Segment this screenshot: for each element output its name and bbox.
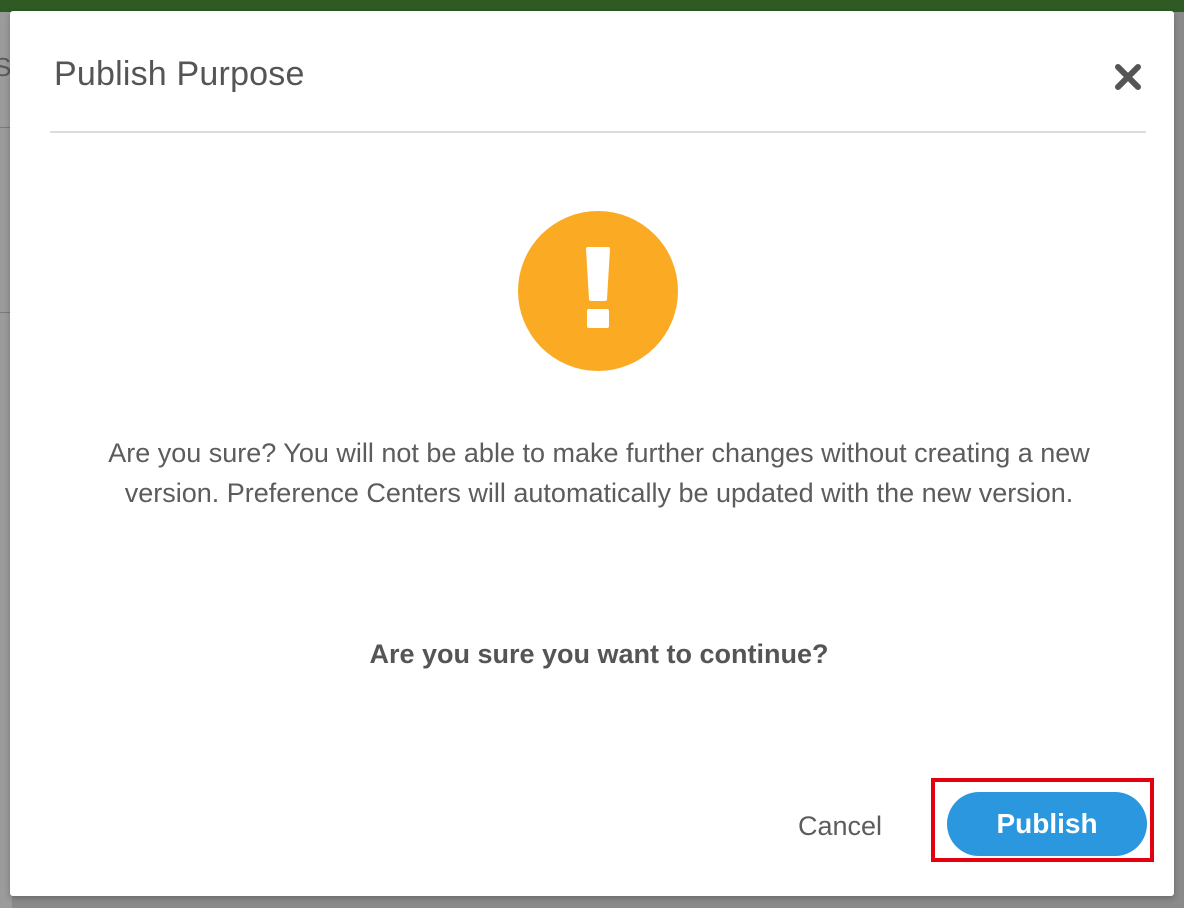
dialog-message: Are you sure? You will not be able to ma… xyxy=(108,438,1090,508)
close-icon xyxy=(1115,64,1141,90)
cancel-button[interactable]: Cancel xyxy=(780,801,900,851)
publish-purpose-dialog: Publish Purpose Are you sure? You will n… xyxy=(10,11,1174,896)
dialog-header: Publish Purpose xyxy=(50,11,1146,133)
close-button[interactable] xyxy=(1110,59,1146,95)
publish-button[interactable]: Publish xyxy=(947,792,1147,856)
exclamation-circle-icon xyxy=(518,211,678,371)
confirm-question: Are you sure you want to continue? xyxy=(369,639,829,669)
dialog-title: Publish Purpose xyxy=(54,55,305,93)
